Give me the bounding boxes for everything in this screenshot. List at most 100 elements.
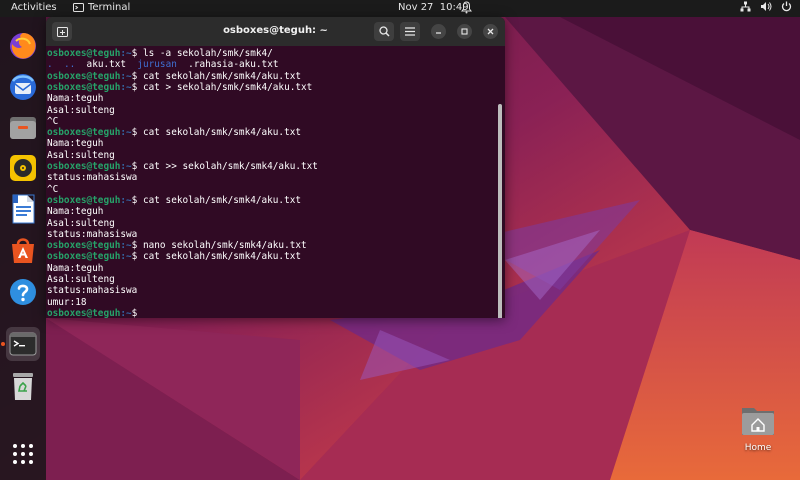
- terminal-scrollbar[interactable]: [498, 104, 502, 318]
- prompt-path: :~: [120, 70, 132, 82]
- dock-item-writer[interactable]: [6, 192, 40, 226]
- terminal-output[interactable]: osboxes@teguh:~$ ls -a sekolah/smk/smk4/…: [46, 47, 505, 318]
- dock-item-trash[interactable]: [6, 369, 40, 403]
- minimize-button[interactable]: [431, 24, 446, 39]
- terminal-output-line: status:mahasiswa: [47, 172, 138, 184]
- command-text: cat sekolah/smk/smk4/aku.txt: [137, 251, 302, 263]
- terminal-output-line: Asal:sulteng: [47, 104, 115, 116]
- terminal-output-line: Asal:sulteng: [47, 274, 115, 285]
- prompt-path: :~: [120, 307, 132, 318]
- power-icon: [781, 1, 792, 12]
- terminal-command-line: osboxes@teguh:~$ cat sekolah/smk/smk4/ak…: [47, 71, 301, 82]
- prompt-path: :~: [120, 240, 132, 252]
- terminal-output-line: Nama:teguh: [47, 206, 104, 218]
- top-bar: Activities Terminal Nov 27 10:49: [0, 0, 800, 17]
- terminal-output-line: status:mahasiswa: [47, 285, 138, 297]
- system-tray[interactable]: [740, 1, 792, 12]
- help-icon: [10, 279, 36, 305]
- prompt-user: osboxes@teguh: [47, 48, 121, 59]
- terminal-icon: [9, 332, 37, 356]
- terminal-window[interactable]: osboxes@teguh: ~ osboxes@teguh:~$ ls -a …: [46, 17, 505, 318]
- terminal-output-line: Nama:teguh: [47, 262, 104, 274]
- command-text: nano sekolah/smk/smk4/aku.txt: [137, 240, 307, 252]
- prompt-user: osboxes@teguh: [47, 307, 121, 318]
- app-menu-label: Terminal: [88, 2, 131, 13]
- terminal-command-line: osboxes@teguh:~$ cat >> sekolah/smk/smk4…: [47, 161, 318, 172]
- prompt-path: :~: [120, 48, 132, 59]
- prompt-path: :~: [120, 81, 132, 93]
- network-icon: [740, 1, 751, 12]
- ls-directory-entry: jurusan: [137, 59, 177, 71]
- dock-item-files[interactable]: [6, 110, 40, 144]
- menu-button[interactable]: [400, 22, 420, 41]
- files-icon: [10, 117, 36, 139]
- terminal-command-line: osboxes@teguh:~$ cat sekolah/smk/smk4/ak…: [47, 195, 301, 206]
- search-button[interactable]: [374, 22, 394, 41]
- terminal-output-line: ^C: [47, 183, 59, 195]
- terminal-output-line: Nama:teguh: [47, 93, 104, 105]
- prompt-path: :~: [120, 127, 132, 139]
- prompt-user: osboxes@teguh: [47, 127, 121, 139]
- terminal-small-icon: [73, 3, 84, 12]
- terminal-command-line: osboxes@teguh:~$: [47, 308, 143, 318]
- ls-directory-entry: .: [47, 59, 53, 71]
- desktop-home-label: Home: [744, 443, 772, 453]
- prompt-user: osboxes@teguh: [47, 70, 121, 82]
- home-folder-icon: [742, 408, 774, 435]
- dock-item-software[interactable]: [6, 233, 40, 267]
- prompt-user: osboxes@teguh: [47, 240, 121, 252]
- writer-icon: [12, 194, 35, 224]
- running-indicator: [1, 342, 5, 346]
- terminal-command-line: osboxes@teguh:~$ cat sekolah/smk/smk4/ak…: [47, 251, 301, 262]
- terminal-output-line: Nama:teguh: [47, 138, 104, 150]
- ls-file-entry: aku.txt: [86, 59, 127, 71]
- desktop-home-icon[interactable]: Home: [737, 405, 779, 453]
- terminal-command-line: osboxes@teguh:~$ cat > sekolah/smk/smk4/…: [47, 82, 312, 93]
- command-text: cat > sekolah/smk/smk4/aku.txt: [137, 81, 313, 93]
- terminal-output-line: Asal:sulteng: [47, 149, 115, 161]
- dock: [0, 17, 46, 480]
- dock-item-terminal[interactable]: [6, 327, 40, 361]
- notification-icon[interactable]: [461, 1, 472, 17]
- maximize-icon: [461, 28, 468, 35]
- minimize-icon: [436, 32, 441, 34]
- app-menu[interactable]: Terminal: [73, 2, 130, 13]
- prompt-user: osboxes@teguh: [47, 81, 121, 93]
- terminal-output-line: status:mahasiswa: [47, 228, 138, 240]
- search-icon: [378, 26, 390, 37]
- command-text: cat >> sekolah/smk/smk4/aku.txt: [137, 161, 318, 172]
- app-grid-icon: [13, 444, 33, 464]
- volume-icon: [761, 2, 772, 11]
- command-text: ls -a sekolah/smk/smk4/: [137, 48, 273, 59]
- prompt-user: osboxes@teguh: [47, 194, 121, 206]
- command-text: cat sekolah/smk/smk4/aku.txt: [137, 70, 302, 82]
- thunderbird-icon: [10, 74, 36, 100]
- dock-item-help[interactable]: [6, 275, 40, 309]
- dock-item-firefox[interactable]: [6, 29, 40, 63]
- terminal-header-bar[interactable]: osboxes@teguh: ~: [46, 17, 505, 46]
- command-text: cat sekolah/smk/smk4/aku.txt: [137, 194, 302, 206]
- ls-output-line: . .. aku.txt jurusan .rahasia-aku.txt: [47, 59, 278, 70]
- trash-icon: [13, 373, 33, 400]
- dock-item-app-grid[interactable]: [6, 437, 40, 471]
- dock-item-thunderbird[interactable]: [6, 70, 40, 104]
- ls-file-entry: .rahasia-aku.txt: [188, 59, 279, 71]
- prompt-user: osboxes@teguh: [47, 161, 121, 172]
- prompt-user: osboxes@teguh: [47, 251, 121, 263]
- terminal-output-line: ^C: [47, 115, 59, 127]
- dock-item-rhythmbox[interactable]: [6, 151, 40, 185]
- hamburger-menu-icon: [405, 27, 415, 36]
- terminal-output-line: umur:18: [47, 296, 87, 308]
- close-button[interactable]: [483, 24, 498, 39]
- activities-button[interactable]: Activities: [11, 2, 57, 13]
- command-text: [137, 308, 143, 318]
- rhythmbox-icon: [10, 155, 36, 181]
- prompt-path: :~: [120, 161, 132, 172]
- ls-directory-entry: ..: [63, 59, 76, 71]
- close-icon: [487, 28, 494, 35]
- maximize-button[interactable]: [457, 24, 472, 39]
- clock[interactable]: Nov 27 10:49: [398, 2, 469, 13]
- terminal-command-line: osboxes@teguh:~$ cat sekolah/smk/smk4/ak…: [47, 127, 301, 138]
- command-text: cat sekolah/smk/smk4/aku.txt: [137, 127, 302, 139]
- terminal-command-line: osboxes@teguh:~$ nano sekolah/smk/smk4/a…: [47, 240, 307, 251]
